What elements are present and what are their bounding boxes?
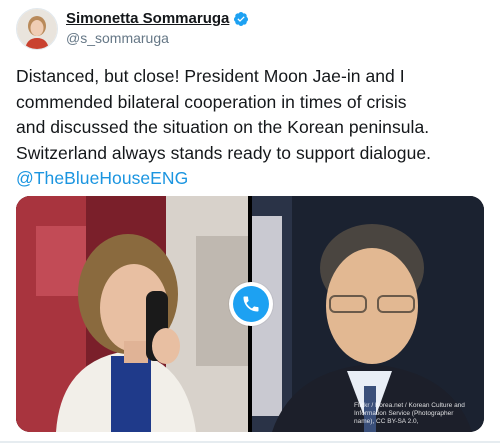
tweet-media[interactable]: Flickr / Korea.net / Korean Culture and … [16,196,484,432]
tweet-text-line: and discussed the situation on the Korea… [16,117,430,137]
avatar-photo [17,9,57,49]
photo-credit: Flickr / Korea.net / Korean Culture and … [354,402,465,425]
tweet-text-line: commended bilateral cooperation in times… [16,91,407,112]
tweet-card[interactable]: Simonetta Sommaruga @s_sommaruga Distanc… [0,0,500,443]
tweet-text: Distanced, but close! President Moon Jae… [16,64,496,192]
photo-moon-jae-in[interactable]: Flickr / Korea.net / Korean Culture and … [252,196,484,432]
photo-sommaruga-on-phone[interactable] [16,196,248,432]
author-handle[interactable]: @s_sommaruga [66,30,169,46]
tweet-text-line: Switzerland always stands ready to suppo… [16,142,432,163]
author-display-name[interactable]: Simonetta Sommaruga [66,10,229,27]
author-avatar[interactable] [16,8,58,50]
phone-call-icon [243,296,259,312]
verified-badge-icon [233,11,249,27]
mention-link[interactable]: @TheBlueHouseENG [16,166,496,192]
tweet-text-line: Distanced, but close! President Moon Jae… [16,66,405,86]
call-badge [229,282,273,326]
